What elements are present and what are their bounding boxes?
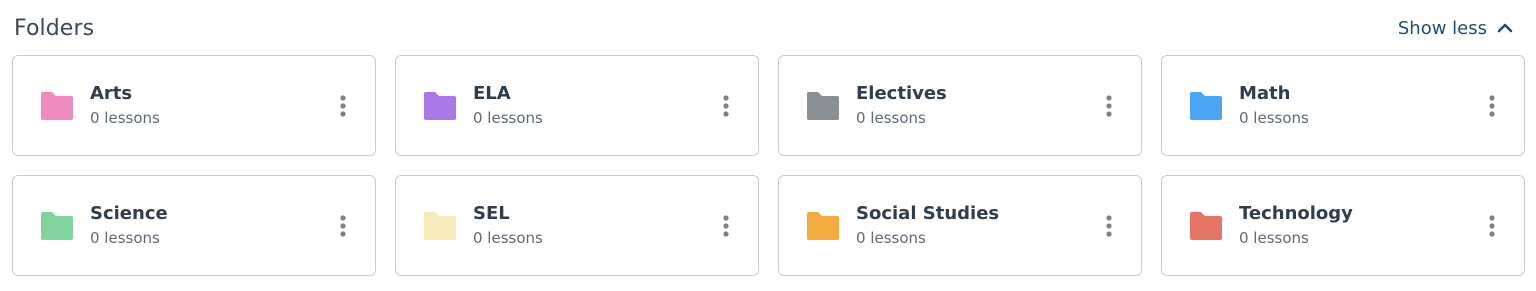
folder-text: Electives 0 lessons: [856, 82, 1097, 129]
folder-lesson-count: 0 lessons: [856, 229, 926, 247]
folder-name: Social Studies: [856, 203, 1000, 224]
folder-text: Arts 0 lessons: [90, 82, 331, 129]
folder-text: Social Studies 0 lessons: [856, 202, 1097, 249]
folder-card-electives[interactable]: Electives 0 lessons: [778, 55, 1142, 156]
more-vertical-icon[interactable]: [1097, 91, 1121, 121]
folder-card-social-studies[interactable]: Social Studies 0 lessons: [778, 175, 1142, 276]
folder-icon: [1187, 90, 1225, 122]
folder-icon: [421, 90, 459, 122]
folder-name: ELA: [473, 83, 511, 104]
folder-card-math[interactable]: Math 0 lessons: [1161, 55, 1525, 156]
folder-lesson-count: 0 lessons: [473, 229, 543, 247]
more-vertical-icon[interactable]: [714, 91, 738, 121]
folder-lesson-count: 0 lessons: [856, 109, 926, 127]
more-vertical-icon[interactable]: [1480, 91, 1504, 121]
folder-card-technology[interactable]: Technology 0 lessons: [1161, 175, 1525, 276]
folder-name: Math: [1239, 83, 1291, 104]
show-less-toggle[interactable]: Show less: [1398, 18, 1514, 39]
folder-card-arts[interactable]: Arts 0 lessons: [12, 55, 376, 156]
folder-card-science[interactable]: Science 0 lessons: [12, 175, 376, 276]
folder-icon: [1187, 210, 1225, 242]
folder-name: Arts: [90, 83, 133, 104]
more-vertical-icon[interactable]: [1097, 211, 1121, 241]
chevron-up-icon: [1496, 19, 1514, 37]
folder-lesson-count: 0 lessons: [90, 109, 160, 127]
more-vertical-icon[interactable]: [331, 91, 355, 121]
folder-text: Math 0 lessons: [1239, 82, 1480, 129]
folder-name: Technology: [1239, 203, 1353, 224]
folder-icon: [421, 210, 459, 242]
folder-icon: [804, 210, 842, 242]
folder-lesson-count: 0 lessons: [473, 109, 543, 127]
folder-name: Science: [90, 203, 168, 224]
folder-text: Technology 0 lessons: [1239, 202, 1480, 249]
folder-text: ELA 0 lessons: [473, 82, 714, 129]
more-vertical-icon[interactable]: [1480, 211, 1504, 241]
folder-text: Science 0 lessons: [90, 202, 331, 249]
folder-name: Electives: [856, 83, 947, 104]
folder-lesson-count: 0 lessons: [1239, 109, 1309, 127]
folder-name: SEL: [473, 203, 510, 224]
folder-icon: [804, 90, 842, 122]
folder-lesson-count: 0 lessons: [90, 229, 160, 247]
folder-grid: Arts 0 lessons ELA 0 lessons Electives 0…: [12, 55, 1525, 276]
folder-icon: [38, 90, 76, 122]
folders-header: Folders Show less: [14, 12, 1514, 44]
show-less-label: Show less: [1397, 17, 1487, 39]
folder-card-sel[interactable]: SEL 0 lessons: [395, 175, 759, 276]
more-vertical-icon[interactable]: [714, 211, 738, 241]
folder-lesson-count: 0 lessons: [1239, 229, 1309, 247]
more-vertical-icon[interactable]: [331, 211, 355, 241]
folder-text: SEL 0 lessons: [473, 202, 714, 249]
folder-icon: [38, 210, 76, 242]
section-title: Folders: [14, 15, 95, 41]
folder-card-ela[interactable]: ELA 0 lessons: [395, 55, 759, 156]
